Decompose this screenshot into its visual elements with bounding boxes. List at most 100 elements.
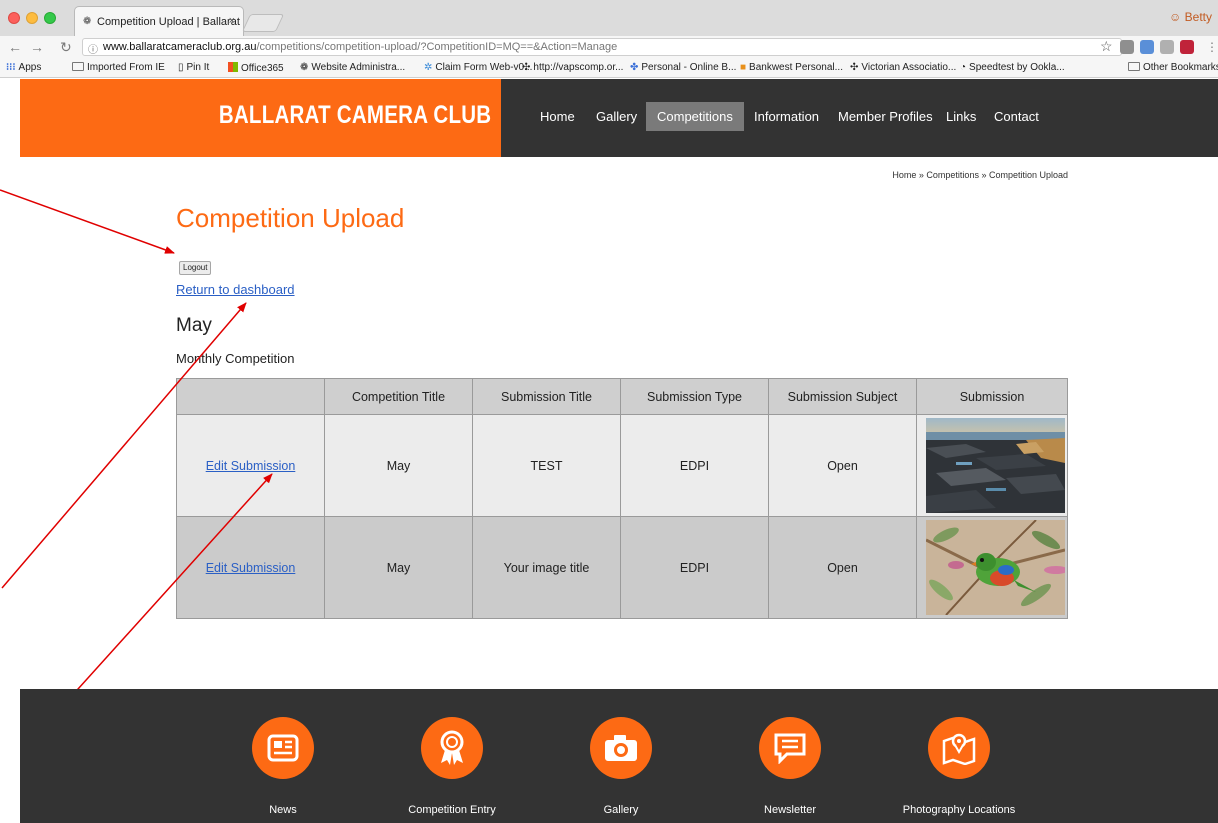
bookmark-item[interactable]: ❁ Website Administra... [300, 62, 405, 73]
site-header: BALLARAT CAMERA CLUB Home Gallery Compet… [20, 79, 1218, 157]
forward-arrow-icon[interactable]: → [30, 39, 44, 55]
nav-item-gallery[interactable]: Gallery [596, 109, 637, 124]
site-logo-text[interactable]: BALLARAT CAMERA CLUB [218, 101, 491, 130]
speedometer-icon: ◔ [960, 62, 967, 73]
bookmark-star-icon[interactable]: ☆ [1100, 38, 1113, 55]
table-cell [916, 414, 1068, 517]
edit-submission-link[interactable]: Edit Submission [206, 561, 296, 575]
new-tab-button[interactable] [241, 14, 285, 32]
table-cell: TEST [472, 414, 621, 517]
submission-thumbnail-parrot[interactable] [926, 520, 1065, 615]
return-to-dashboard-link[interactable]: Return to dashboard [176, 282, 295, 297]
nav-item-competitions[interactable]: Competitions [646, 102, 744, 131]
page-icon: ▯ [178, 62, 184, 73]
url-path: /competitions/competition-upload/?Compet… [256, 41, 618, 53]
vaps-icon: ✣ [850, 62, 859, 73]
logout-button[interactable]: Logout [179, 261, 212, 275]
site-favicon-icon: ❁ [83, 16, 92, 27]
main-nav: Home Gallery Competitions Information Me… [501, 79, 1218, 157]
bookmarks-bar: ⁝⁝⁝ Apps Imported From IE ▯ Pin It Office3… [0, 58, 1218, 78]
table-row: Edit Submission May Your image title EDP… [176, 516, 1068, 619]
bookmark-folder[interactable]: Imported From IE [72, 62, 165, 73]
submissions-table: Competition Title Submission Title Submi… [176, 378, 1068, 619]
profile-button[interactable]: ☺ Betty [1169, 10, 1212, 24]
brand-bar: BALLARAT CAMERA CLUB [20, 79, 501, 157]
bookmark-item[interactable]: ▯ Pin It [178, 62, 209, 73]
table-cell: May [324, 516, 473, 619]
browser-tab[interactable]: ❁ Competition Upload | Ballarat C × [74, 6, 244, 36]
breadcrumb[interactable]: Home » Competitions » Competition Upload [892, 170, 1068, 180]
camera-icon [590, 717, 652, 779]
table-cell: EDPI [620, 516, 769, 619]
extension-icon[interactable] [1140, 40, 1154, 54]
table-cell: Edit Submission [176, 414, 325, 517]
table-header: Submission [916, 378, 1068, 415]
nav-item-links[interactable]: Links [946, 109, 976, 124]
apps-grid-icon: ⁝⁝⁝ [6, 62, 16, 73]
profile-name: Betty [1184, 10, 1212, 24]
url-host: www.ballaratcameraclub.org.au [103, 41, 257, 53]
browser-toolbar: ← → ↻ ⓘ www.ballaratcameraclub.org.au/co… [0, 36, 1218, 58]
bookmark-item[interactable]: Office365 [228, 62, 284, 74]
bank-icon: ✤ [630, 62, 639, 73]
site-footer: News Competition Entry Gallery Newslette… [20, 689, 1218, 823]
table-cell: Open [768, 414, 917, 517]
extension-icon[interactable] [1180, 40, 1194, 54]
table-cell: EDPI [620, 414, 769, 517]
bookmark-item[interactable]: ■ Bankwest Personal... [740, 62, 843, 73]
submission-thumbnail-rocky-coast[interactable] [926, 418, 1065, 513]
nav-item-member-profiles[interactable]: Member Profiles [838, 109, 933, 124]
footer-label: Photography Locations [902, 804, 1016, 816]
table-row: Edit Submission May TEST EDPI Open [176, 414, 1068, 517]
footer-item-news[interactable]: News [203, 717, 363, 816]
back-arrow-icon[interactable]: ← [8, 39, 22, 55]
footer-item-competition-entry[interactable]: Competition Entry [372, 717, 532, 816]
table-header-row: Competition Title Submission Title Submi… [176, 378, 1068, 415]
bookmark-apps[interactable]: ⁝⁝⁝ Apps [6, 62, 41, 73]
map-pin-icon [928, 717, 990, 779]
table-header: Competition Title [324, 378, 473, 415]
window-minimize-button[interactable] [26, 12, 38, 24]
window-zoom-button[interactable] [44, 12, 56, 24]
table-cell: Your image title [472, 516, 621, 619]
bookmark-item[interactable]: ✣ http://vapscomp.or... [522, 62, 623, 73]
tree-icon: ✲ [424, 62, 433, 73]
extension-icon[interactable] [1160, 40, 1174, 54]
arrow-to-logout [0, 189, 175, 254]
folder-icon [1128, 62, 1140, 71]
extension-icon[interactable] [1120, 40, 1134, 54]
address-bar[interactable]: ⓘ www.ballaratcameraclub.org.au/competit… [82, 38, 1122, 56]
bankwest-icon: ■ [740, 62, 747, 73]
bookmark-item[interactable]: ✣ Victorian Associatio... [850, 62, 956, 73]
nav-item-contact[interactable]: Contact [994, 109, 1039, 124]
table-cell: Edit Submission [176, 516, 325, 619]
award-ribbon-icon [421, 717, 483, 779]
menu-kebab-icon[interactable]: ⋮ [1206, 39, 1218, 55]
reload-icon[interactable]: ↻ [60, 39, 72, 55]
footer-label: Gallery [603, 804, 639, 816]
competition-type: Monthly Competition [176, 351, 295, 366]
message-icon [759, 717, 821, 779]
table-cell: Open [768, 516, 917, 619]
table-cell [916, 516, 1068, 619]
tab-close-icon[interactable]: × [229, 15, 235, 27]
table-header [176, 378, 325, 415]
page-title: Competition Upload [176, 203, 405, 233]
footer-item-newsletter[interactable]: Newsletter [710, 717, 870, 816]
nav-item-home[interactable]: Home [540, 109, 575, 124]
footer-item-gallery[interactable]: Gallery [541, 717, 701, 816]
bookmark-item[interactable]: ◔ Speedtest by Ookla... [960, 62, 1065, 73]
footer-item-photography-locations[interactable]: Photography Locations [879, 717, 1039, 816]
info-icon[interactable]: ⓘ [88, 41, 98, 56]
site-favicon-icon: ❁ [300, 62, 309, 73]
bookmark-item[interactable]: ✲ Claim Form Web-v0... [424, 62, 532, 73]
edit-submission-link[interactable]: Edit Submission [206, 459, 296, 473]
window-close-button[interactable] [8, 12, 20, 24]
nav-item-information[interactable]: Information [754, 109, 819, 124]
newspaper-icon [252, 717, 314, 779]
footer-label: Competition Entry [408, 804, 496, 816]
office-icon [228, 62, 238, 72]
bookmark-item[interactable]: ✤ Personal - Online B... [630, 62, 736, 73]
other-bookmarks[interactable]: Other Bookmarks [1128, 62, 1218, 73]
vaps-icon: ✣ [522, 62, 531, 73]
